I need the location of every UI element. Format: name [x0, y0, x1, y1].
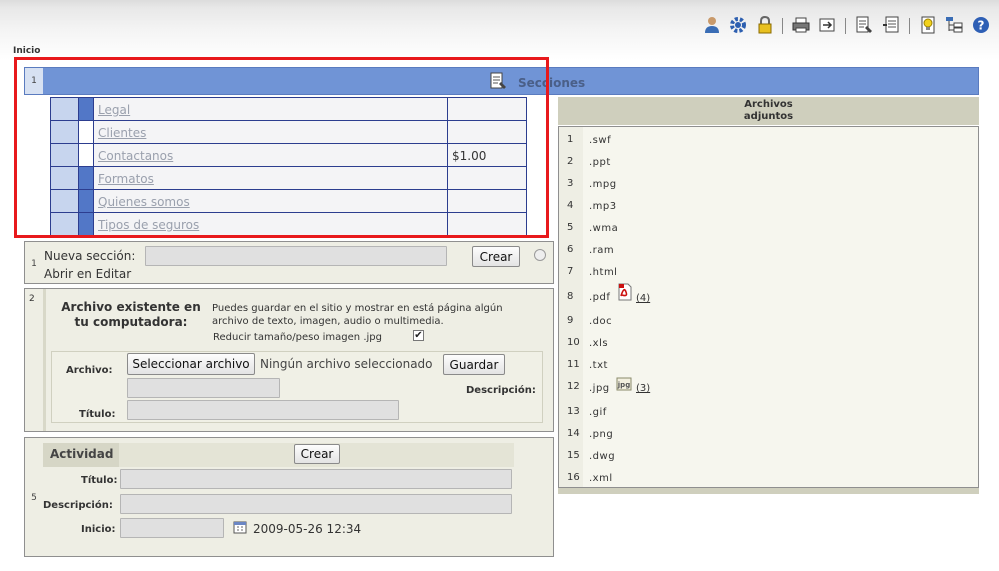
attachment-item[interactable]: 9 .doc	[559, 309, 978, 331]
open-in-edit-radio[interactable]	[534, 249, 546, 261]
attachment-item[interactable]: 4 .mp3	[559, 194, 978, 216]
upload-form: Archivo: Seleccionar archivo Ningún arch…	[51, 351, 543, 423]
sections-table: Legal Clientes Contactanos $1.00 Formato…	[50, 97, 527, 236]
activity-title-label: Título:	[81, 475, 118, 486]
section-row: Contactanos $1.00	[51, 144, 526, 167]
sitemap-icon[interactable]	[945, 16, 963, 34]
attachment-item[interactable]: 14 .png	[559, 422, 978, 444]
activity-start-input[interactable]	[120, 518, 224, 538]
panel-number: 2	[29, 294, 35, 304]
section-link[interactable]: Quienes somos	[98, 195, 190, 209]
attachment-item[interactable]: 10 .xls	[559, 331, 978, 353]
section-link[interactable]: Formatos	[98, 172, 154, 186]
attachment-item[interactable]: 6 .ram	[559, 238, 978, 260]
attachment-item[interactable]: 15 .dwg	[559, 444, 978, 466]
svg-text:?: ?	[978, 19, 985, 33]
description-input[interactable]	[127, 378, 280, 398]
attachment-item[interactable]: 2 .ppt	[559, 150, 978, 172]
no-file-text: Ningún archivo seleccionado	[260, 357, 433, 371]
edit-page-icon[interactable]	[855, 16, 873, 34]
section-row: Tipos de seguros	[51, 213, 526, 236]
new-section-panel: 1 Nueva sección: Crear Abrir en Editar	[24, 241, 554, 284]
save-button[interactable]: Guardar	[443, 354, 505, 375]
top-bar	[0, 0, 999, 60]
pdf-count[interactable]: (4)	[636, 293, 650, 304]
panel-number: 5	[31, 493, 37, 503]
create-activity-button[interactable]: Crear	[294, 444, 340, 464]
gear-icon[interactable]	[729, 16, 747, 34]
pdf-icon[interactable]	[617, 283, 633, 304]
section-row: Legal	[51, 98, 526, 121]
upload-description: Puedes guardar en el sitio y mostrar en …	[212, 303, 503, 327]
lightbulb-icon[interactable]	[919, 16, 937, 34]
attachments-list: 1 .swf 2 .ppt 3 .mpg 4 .mp3 5 .wma 6 .ram 7 .ht…	[558, 126, 979, 488]
lock-icon[interactable]	[756, 16, 774, 34]
section-row: Clientes	[51, 121, 526, 144]
attachment-item[interactable]: 3 .mpg	[559, 172, 978, 194]
section-link[interactable]: Tipos de seguros	[98, 218, 199, 232]
section-row: Quienes somos	[51, 190, 526, 213]
attachment-item[interactable]: 13 .gif	[559, 400, 978, 422]
export-icon[interactable]	[818, 16, 836, 34]
breadcrumb[interactable]: Inicio	[13, 46, 40, 56]
panel-number: 1	[31, 258, 37, 269]
attachment-item[interactable]: 7 .html	[559, 260, 978, 282]
jpg-count[interactable]: (3)	[636, 383, 650, 394]
section-link[interactable]: Clientes	[98, 126, 146, 140]
user-icon[interactable]	[703, 16, 721, 34]
attachments-footer-bar	[558, 488, 979, 494]
attachment-item[interactable]: 11 .txt	[559, 353, 978, 375]
activity-panel: 5 Actividad Crear Título: Descripción: I…	[24, 437, 554, 557]
new-section-input[interactable]	[145, 246, 447, 266]
attachment-item[interactable]: 1 .swf	[559, 128, 978, 150]
attachment-item[interactable]: 16 .xml	[559, 466, 978, 488]
activity-description-label: Descripción:	[43, 500, 113, 511]
activity-title-input[interactable]	[120, 469, 512, 489]
select-file-button[interactable]: Seleccionar archivo	[127, 353, 255, 375]
sections-header: 1 Secciones	[24, 67, 979, 95]
title-input[interactable]	[127, 400, 399, 420]
title-label: Título:	[79, 409, 116, 420]
notes-icon[interactable]	[882, 16, 900, 34]
section-row: Formatos	[51, 167, 526, 190]
activity-description-input[interactable]	[120, 494, 512, 514]
attachment-item[interactable]: 12 .jpg jpg (3)	[559, 376, 978, 402]
open-in-edit-label: Abrir en Editar	[44, 267, 132, 281]
activity-start-value: 2009-05-26 12:34	[253, 522, 362, 536]
edit-page-icon[interactable]	[489, 72, 507, 93]
reduce-image-checkbox[interactable]: ✔	[413, 330, 424, 341]
attachment-item[interactable]: 8 .pdf (4)	[559, 283, 978, 309]
svg-text:jpg: jpg	[617, 381, 630, 389]
jpg-icon[interactable]: jpg	[616, 377, 632, 394]
calendar-icon[interactable]	[233, 520, 247, 537]
file-label: Archivo:	[66, 365, 113, 376]
reduce-image-label: Reducir tamaño/peso imagen .jpg	[213, 332, 382, 343]
create-section-button[interactable]: Crear	[472, 246, 520, 267]
printer-icon[interactable]	[792, 16, 810, 34]
sections-number: 1	[25, 68, 43, 94]
sections-title: Secciones	[518, 76, 586, 90]
attachment-item[interactable]: 5 .wma	[559, 216, 978, 238]
section-link[interactable]: Contactanos	[98, 149, 173, 163]
description-label: Descripción:	[466, 385, 536, 396]
file-upload-panel: 2 Archivo existente en tu computadora: P…	[24, 288, 554, 432]
upload-heading: Archivo existente en tu computadora:	[61, 300, 201, 329]
activity-heading: Actividad	[50, 447, 114, 461]
section-price: $1.00	[452, 149, 487, 163]
activity-start-label: Inicio:	[81, 524, 116, 535]
help-icon[interactable]: ?	[972, 16, 990, 34]
new-section-label: Nueva sección:	[44, 249, 136, 263]
section-link[interactable]: Legal	[98, 103, 130, 117]
attachments-header: Archivos adjuntos	[558, 97, 979, 125]
